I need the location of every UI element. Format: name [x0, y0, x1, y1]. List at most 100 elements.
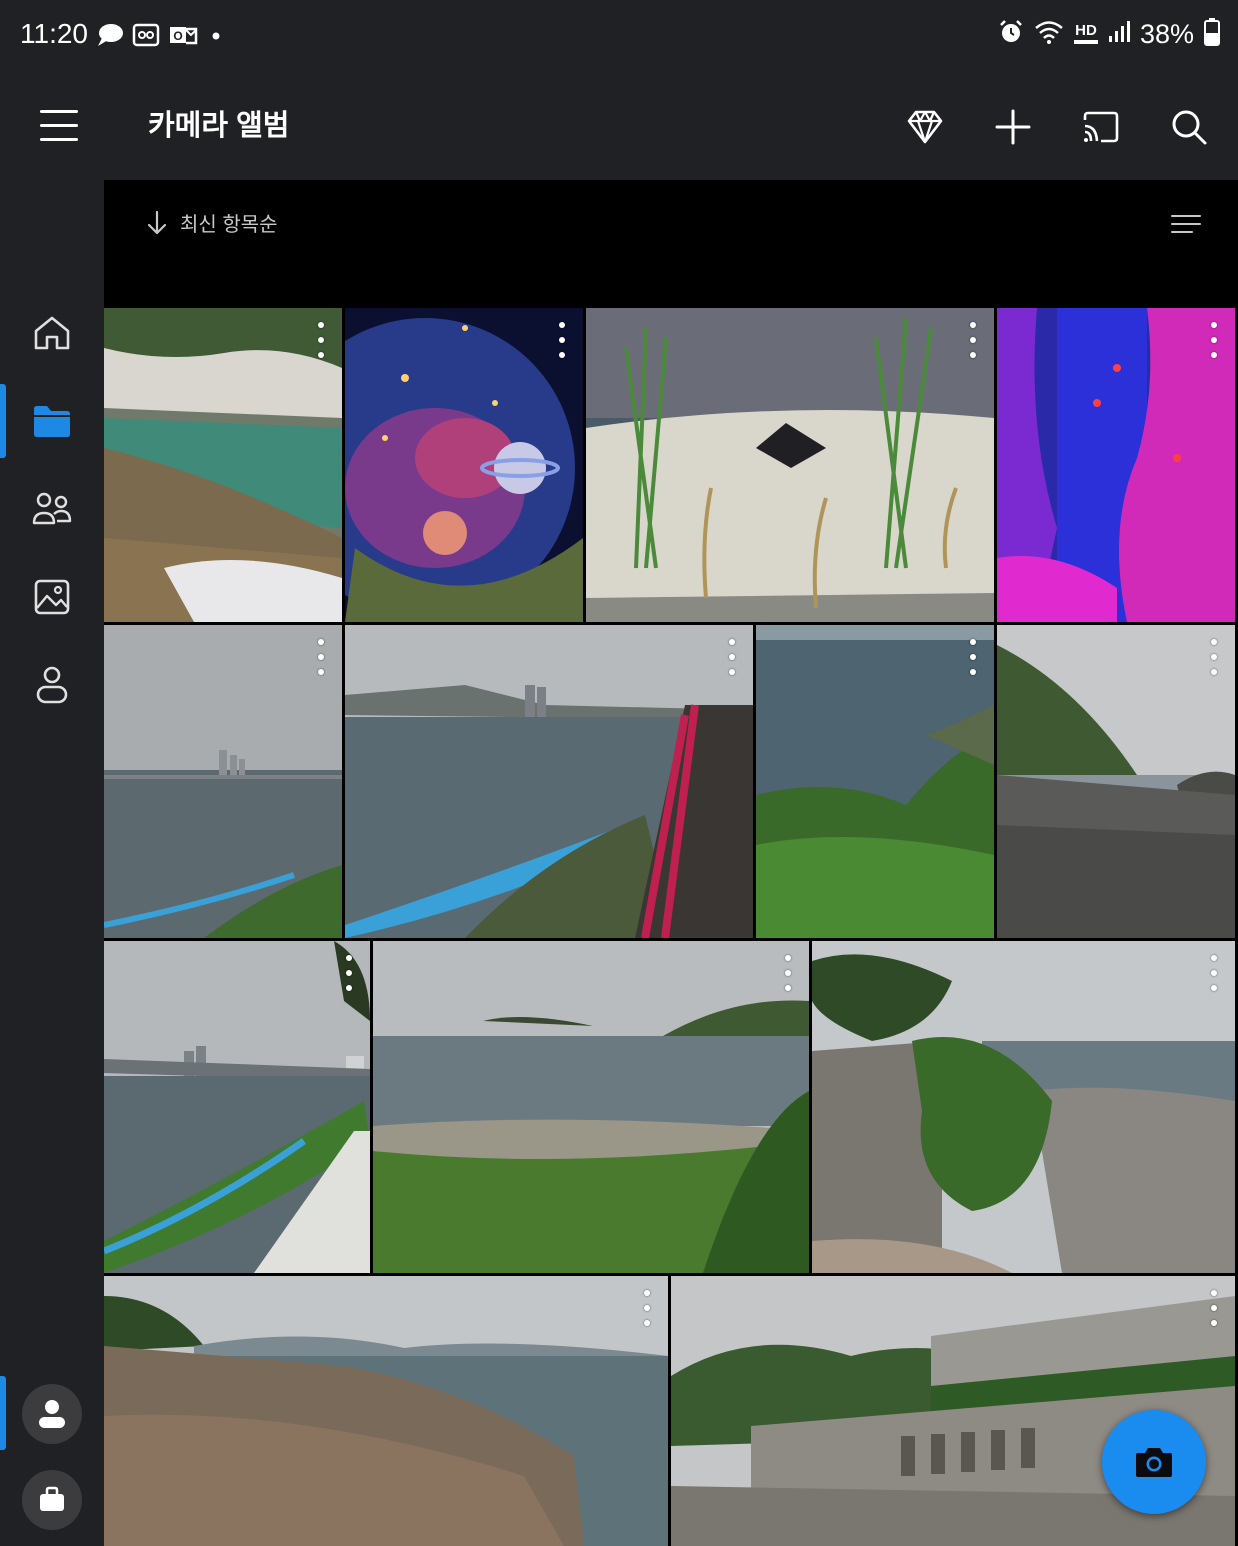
rail-item-photos[interactable]: [0, 560, 104, 634]
rail-item-home[interactable]: [0, 296, 104, 370]
personal-profile-button[interactable]: [22, 1384, 82, 1444]
hd-label: HD: [1075, 22, 1097, 39]
more-options-button[interactable]: [342, 955, 356, 991]
rail-item-account[interactable]: [0, 648, 104, 722]
photo-aquarium-coral[interactable]: [997, 308, 1235, 622]
photo-pebble-beach[interactable]: [997, 625, 1235, 938]
more-icon-dot: [785, 985, 791, 991]
photo-coast-path-image: [104, 941, 370, 1273]
more-icon-dot: [1211, 970, 1217, 976]
more-icon-dot: [318, 322, 324, 328]
more-icon-dot: [559, 352, 565, 358]
more-icon-dot: [785, 955, 791, 961]
app-bar: 카메라 앨범: [0, 72, 1238, 180]
photo-foggy-sea-city-image: [104, 625, 342, 938]
sort-button[interactable]: 최신 항목순: [144, 208, 278, 237]
photo-beach-islands[interactable]: [373, 941, 809, 1273]
photo-sea-cliff-plants[interactable]: [756, 625, 994, 938]
photo-aquarium-coral-image: [997, 308, 1235, 622]
more-options-button[interactable]: [966, 322, 980, 358]
work-briefcase-icon: [40, 1486, 64, 1511]
photo-foggy-sea-city[interactable]: [104, 625, 342, 938]
more-options-button[interactable]: [1207, 955, 1221, 991]
more-icon-dot: [970, 322, 976, 328]
battery-percent: 38%: [1139, 19, 1194, 49]
more-options-button[interactable]: [555, 322, 569, 358]
outlook-icon: O: [168, 23, 198, 52]
more-options-button[interactable]: [1207, 322, 1221, 358]
camera-button[interactable]: [1102, 1410, 1206, 1514]
folder-icon: [34, 406, 70, 437]
cassette-icon: [132, 23, 160, 52]
more-icon-dot: [970, 352, 976, 358]
more-icon-dot: [1211, 352, 1217, 358]
home-icon: [34, 316, 70, 350]
more-icon-dot: [644, 1305, 650, 1311]
more-icon-dot: [970, 669, 976, 675]
photo-rocky-shore-image: [104, 1276, 668, 1546]
more-options-button[interactable]: [781, 955, 795, 991]
search-button[interactable]: [1158, 96, 1220, 158]
rail-item-people[interactable]: [0, 472, 104, 546]
photo-coast-path[interactable]: [104, 941, 370, 1273]
profile-active-indicator: [0, 1376, 6, 1450]
more-icon-dot: [644, 1290, 650, 1296]
more-icon-dot: [346, 970, 352, 976]
photo-aquarium-sand-image: [586, 308, 994, 622]
more-icon-dot: [1211, 1320, 1217, 1326]
photo-aquarium-sand[interactable]: [586, 308, 994, 622]
photo-rocky-shore[interactable]: [104, 1276, 668, 1546]
dot-icon: [206, 23, 226, 52]
work-profile-button[interactable]: [22, 1470, 82, 1530]
premium-diamond-icon: [907, 110, 943, 144]
hamburger-menu-icon: [40, 110, 78, 141]
more-icon-dot: [1211, 322, 1217, 328]
more-icon-dot: [346, 955, 352, 961]
menu-button[interactable]: [30, 100, 88, 152]
more-options-button[interactable]: [966, 639, 980, 675]
more-icon-dot: [785, 970, 791, 976]
camera-icon: [1136, 1448, 1172, 1477]
more-options-button[interactable]: [1207, 1290, 1221, 1326]
cast-button[interactable]: [1070, 96, 1132, 158]
more-icon-dot: [729, 654, 735, 660]
photo-space-sphere[interactable]: [345, 308, 583, 622]
more-icon-dot: [318, 352, 324, 358]
premium-button[interactable]: [894, 96, 956, 158]
navigation-rail: [0, 180, 104, 1546]
more-options-button[interactable]: [314, 322, 328, 358]
more-icon-dot: [1211, 1290, 1217, 1296]
cast-icon: [1083, 111, 1119, 143]
view-options-button[interactable]: [1164, 206, 1208, 246]
more-options-button[interactable]: [640, 1290, 654, 1326]
more-icon-dot: [318, 639, 324, 645]
photo-bay-walkway[interactable]: [345, 625, 753, 938]
photo-space-sphere-image: [345, 308, 583, 622]
arrow-down-icon: [147, 210, 167, 234]
more-icon-dot: [318, 669, 324, 675]
more-options-button[interactable]: [314, 639, 328, 675]
battery-icon: [1204, 18, 1220, 51]
personal-account-icon: [39, 1400, 65, 1428]
album-content: 최신 항목순: [104, 180, 1238, 1546]
more-icon-dot: [729, 669, 735, 675]
status-right-icons: HD 38%: [998, 18, 1220, 51]
more-icon-dot: [1211, 337, 1217, 343]
photo-river-rocks-image: [104, 308, 342, 622]
photo-pebble-beach-image: [997, 625, 1235, 938]
add-button[interactable]: [982, 96, 1044, 158]
more-icon-dot: [970, 639, 976, 645]
people-icon: [32, 492, 72, 525]
sort-bar: 최신 항목순: [104, 180, 1238, 308]
more-options-button[interactable]: [1207, 639, 1221, 675]
more-icon-dot: [559, 322, 565, 328]
more-icon-dot: [318, 654, 324, 660]
more-icon-dot: [1211, 669, 1217, 675]
view-list-icon: [1171, 215, 1201, 233]
more-icon-dot: [970, 654, 976, 660]
photo-river-rocks[interactable]: [104, 308, 342, 622]
more-icon-dot: [729, 639, 735, 645]
more-options-button[interactable]: [725, 639, 739, 675]
rail-item-albums[interactable]: [0, 384, 104, 458]
photo-stone-wall-tree[interactable]: [812, 941, 1235, 1273]
